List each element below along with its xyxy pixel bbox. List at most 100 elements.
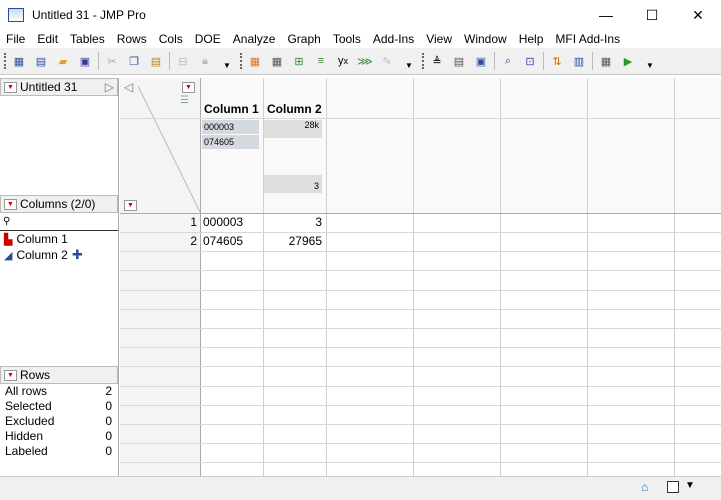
toolbar-grip[interactable] xyxy=(4,53,6,69)
toolbar-overflow-icon[interactable]: ▼ xyxy=(218,56,236,74)
table-cell[interactable]: 000003 xyxy=(203,215,243,229)
collapse-icon[interactable]: ▷ xyxy=(105,80,114,94)
red-triangle-menu-icon[interactable]: ▼ xyxy=(4,198,17,210)
rows-stat: Labeled 0 xyxy=(0,444,118,459)
bar-chart-icon[interactable]: ≡ xyxy=(312,52,330,70)
separator xyxy=(98,52,99,70)
columns-icon[interactable]: ▥ xyxy=(570,52,588,70)
row-divider xyxy=(120,385,721,387)
column-search-input[interactable]: ⚲ xyxy=(0,213,118,231)
minimize-button[interactable]: — xyxy=(583,0,629,30)
new-script-icon[interactable]: ▤ xyxy=(32,52,50,70)
row-divider xyxy=(120,424,721,425)
column-1-summary-bar: 000003 xyxy=(202,120,259,134)
column-list-item[interactable]: ◢ Column 2 ✚ xyxy=(0,247,118,263)
rows-stat: Selected 0 xyxy=(0,399,118,414)
nominal-bar-icon: ▙ xyxy=(4,233,13,246)
menu-tables[interactable]: Tables xyxy=(64,32,111,46)
red-triangle-menu-icon[interactable]: ▼ xyxy=(182,82,195,93)
row-number[interactable]: 1 xyxy=(120,215,197,229)
dropdown-icon[interactable]: ▼ xyxy=(685,480,695,491)
menu-doe[interactable]: DOE xyxy=(189,32,227,46)
toolbar-overflow-icon[interactable]: ▼ xyxy=(641,56,659,74)
row-divider xyxy=(120,462,721,464)
preview-icon[interactable]: ⊡ xyxy=(521,52,539,70)
search-icon: ⚲ xyxy=(3,216,11,227)
data-grid: ◁ ▼ ☰ ▼ Column 1 Column 2 000003 074605 … xyxy=(120,78,721,476)
settings-icon[interactable]: ⊟ xyxy=(174,52,192,70)
calculator-icon[interactable]: ▦ xyxy=(268,52,286,70)
stat-value: 0 xyxy=(105,414,112,428)
column-list-item[interactable]: ▙ Column 1 xyxy=(0,231,118,247)
fit-model-icon[interactable]: ⋙ xyxy=(356,52,374,70)
table-icon[interactable]: ▤ xyxy=(450,52,468,70)
rows-stat: Excluded 0 xyxy=(0,414,118,429)
toolbar-grip[interactable] xyxy=(240,53,242,69)
column-switcher-icon[interactable]: ☰ xyxy=(180,95,189,106)
row-divider xyxy=(120,366,721,368)
close-button[interactable]: ✕ xyxy=(675,0,721,30)
window-title: Untitled 31 - JMP Pro xyxy=(32,8,146,22)
stat-label: All rows xyxy=(5,384,48,398)
rows-panel-header[interactable]: ▼ Rows xyxy=(0,366,118,384)
paste-icon[interactable]: ▤ xyxy=(147,52,165,70)
row-divider xyxy=(120,270,721,272)
menu-analyze[interactable]: Analyze xyxy=(227,32,282,46)
toolbar: ▦ ▤ ▰ ▣ ✂ ❐ ▤ ⊟ 🔒︎ ▼ ▦ ▦ ⊞ ≡ yx ⋙ ✎ ▼ ≜ … xyxy=(0,48,721,75)
menu-view[interactable]: View xyxy=(420,32,458,46)
search-doc-icon[interactable]: ⌕ xyxy=(499,52,517,70)
row-number[interactable]: 2 xyxy=(120,234,197,248)
save-icon[interactable]: ▣ xyxy=(76,52,94,70)
menu-mfi-add-ins[interactable]: MFI Add-Ins xyxy=(549,32,626,46)
menu-add-ins[interactable]: Add-Ins xyxy=(367,32,420,46)
toolbar-overflow-icon[interactable]: ▼ xyxy=(400,56,418,74)
column-header-column-1[interactable]: Column 1 xyxy=(204,102,259,116)
column-header-column-2[interactable]: Column 2 xyxy=(267,102,322,116)
calculator-icon[interactable]: ▦ xyxy=(597,52,615,70)
stat-value: 0 xyxy=(105,429,112,443)
stat-label: Selected xyxy=(5,399,52,413)
table-panel-header[interactable]: ▼ Untitled 31 ▷ xyxy=(0,78,118,96)
red-triangle-menu-icon[interactable]: ▼ xyxy=(124,200,137,211)
new-table-icon[interactable]: ▦ xyxy=(10,52,28,70)
column-name: Column 2 xyxy=(16,248,68,262)
menu-tools[interactable]: Tools xyxy=(327,32,367,46)
maximize-button[interactable]: ☐ xyxy=(629,0,675,30)
sort-icon[interactable]: ⇅ xyxy=(548,52,566,70)
menu-edit[interactable]: Edit xyxy=(31,32,64,46)
stat-value: 0 xyxy=(105,444,112,458)
menu-window[interactable]: Window xyxy=(458,32,513,46)
table-cell[interactable]: 074605 xyxy=(203,234,243,248)
chart-window-icon[interactable]: ▣ xyxy=(472,52,490,70)
window-list-icon[interactable] xyxy=(667,481,679,493)
layout-icon[interactable]: ⊞ xyxy=(290,52,308,70)
red-triangle-menu-icon[interactable]: ▼ xyxy=(4,81,17,93)
status-bar: ⌂ ▼ xyxy=(0,476,721,500)
menu-graph[interactable]: Graph xyxy=(281,32,326,46)
table-cell[interactable]: 27965 xyxy=(264,234,322,248)
lock-icon[interactable]: 🔒︎ xyxy=(196,52,214,70)
menu-help[interactable]: Help xyxy=(513,32,550,46)
collapse-left-icon[interactable]: ◁ xyxy=(124,80,133,94)
text-align-icon[interactable]: ≜ xyxy=(428,52,446,70)
data-grid-icon[interactable]: ▦ xyxy=(246,52,264,70)
separator xyxy=(169,52,170,70)
cut-icon[interactable]: ✂ xyxy=(103,52,121,70)
home-icon[interactable]: ⌂ xyxy=(641,480,648,494)
column-name: Column 1 xyxy=(16,232,68,246)
menu-cols[interactable]: Cols xyxy=(153,32,189,46)
title-bar: Untitled 31 - JMP Pro — ☐ ✕ xyxy=(0,0,721,30)
separator xyxy=(494,52,495,70)
menu-rows[interactable]: Rows xyxy=(111,32,153,46)
table-cell[interactable]: 3 xyxy=(264,215,322,229)
copy-icon[interactable]: ❐ xyxy=(125,52,143,70)
edit-icon[interactable]: ✎ xyxy=(378,52,396,70)
stat-value: 0 xyxy=(105,399,112,413)
open-folder-icon[interactable]: ▰ xyxy=(54,52,72,70)
columns-panel-header[interactable]: ▼ Columns (2/0) xyxy=(0,195,118,213)
menu-file[interactable]: File xyxy=(0,32,31,46)
fit-y-by-x-icon[interactable]: yx xyxy=(334,52,352,70)
run-script-icon[interactable]: ▶ xyxy=(619,52,637,70)
toolbar-grip[interactable] xyxy=(422,53,424,69)
red-triangle-menu-icon[interactable]: ▼ xyxy=(4,369,17,381)
